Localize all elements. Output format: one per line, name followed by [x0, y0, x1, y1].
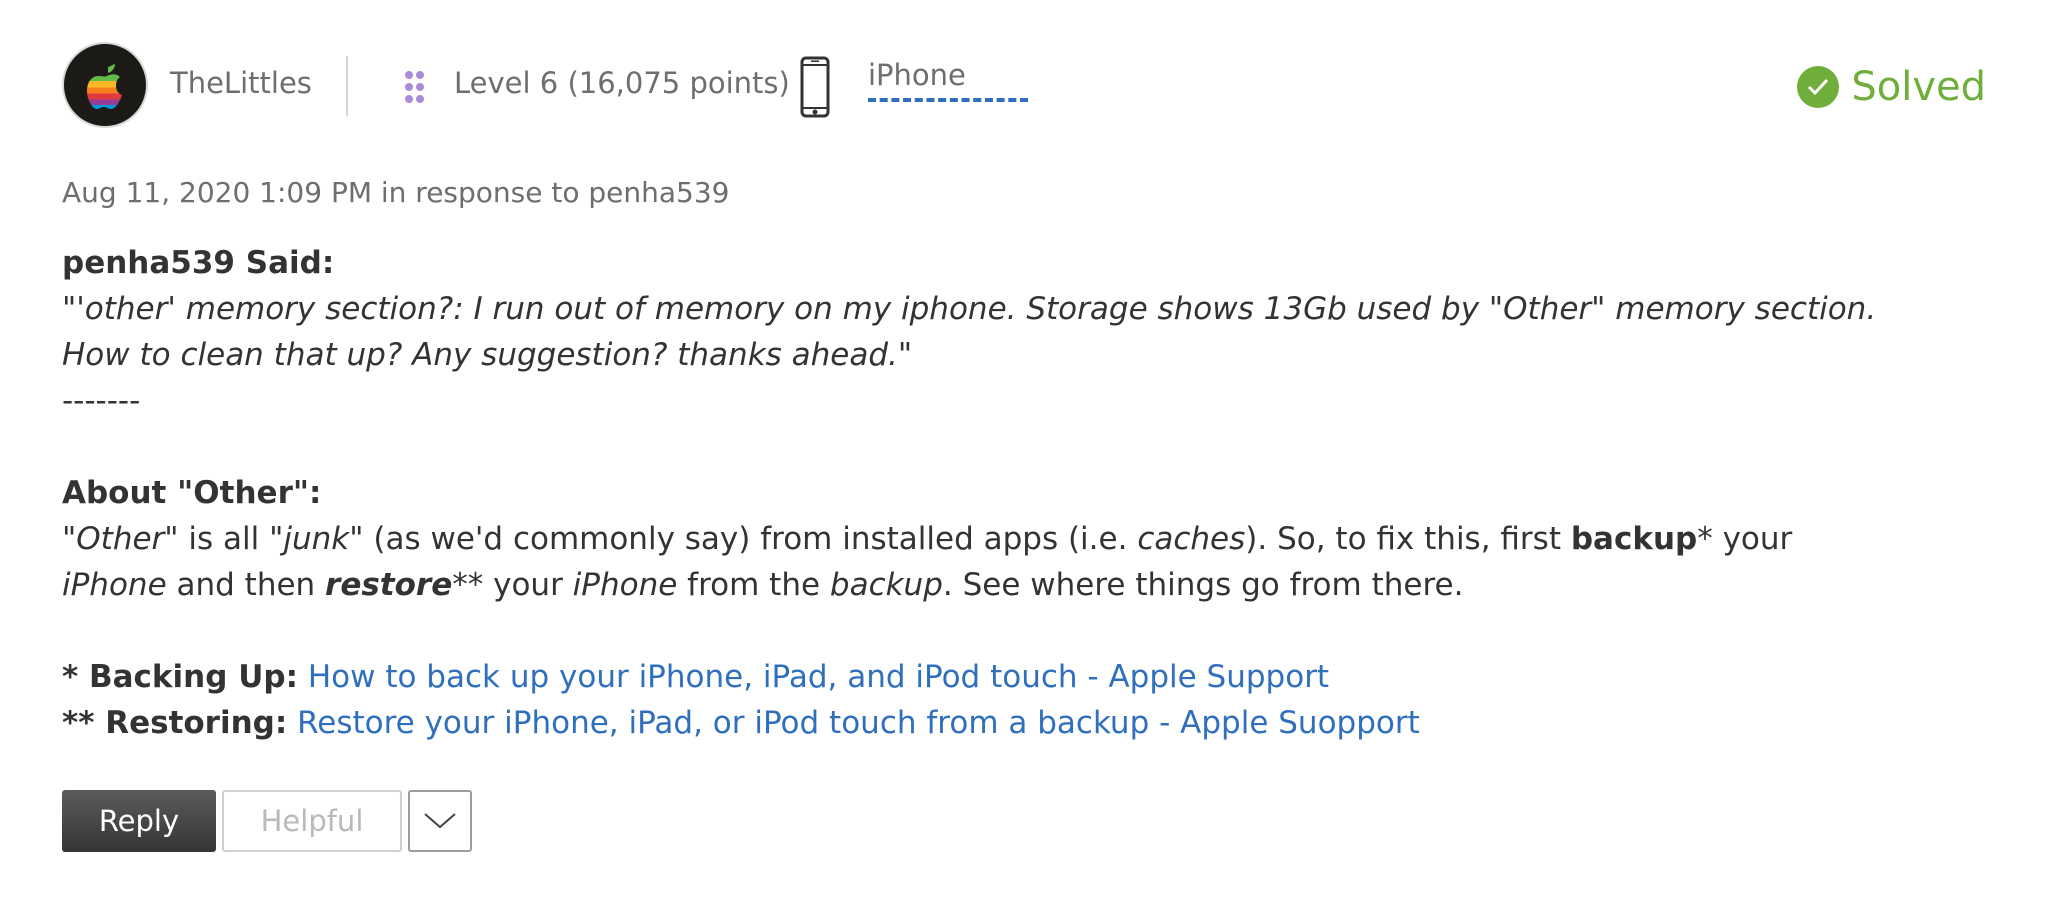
solved-label: Solved	[1851, 64, 1986, 110]
restore-link[interactable]: Restore your iPhone, iPad, or iPod touch…	[297, 705, 1420, 741]
about-heading: About "Other":	[62, 475, 322, 511]
divider	[346, 56, 348, 116]
more-options-button[interactable]	[408, 790, 472, 852]
restore-line: ** Restoring: Restore your iPhone, iPad,…	[62, 700, 1892, 746]
about-paragraph: "Other" is all "junk" (as we'd commonly …	[62, 521, 1793, 603]
restore-label: ** Restoring:	[62, 705, 288, 741]
quote-text: "'other' memory section?: I run out of m…	[62, 291, 1877, 373]
iphone-icon	[800, 56, 830, 118]
apple-logo-icon	[87, 64, 122, 109]
level-label: Level 6	[454, 66, 559, 100]
chevron-down-icon	[424, 813, 456, 829]
device-link[interactable]: iPhone	[868, 58, 1028, 102]
avatar[interactable]	[62, 42, 148, 128]
backup-link[interactable]: How to back up your iPhone, iPad, and iP…	[308, 659, 1329, 695]
level-dots-icon	[405, 71, 424, 103]
post-header: TheLittles Level 6 (16,075 points) iPhon…	[62, 42, 1986, 132]
check-icon	[1797, 66, 1840, 108]
author-name[interactable]: TheLittles	[170, 66, 312, 100]
post-body: penha539 Said: "'other' memory section?:…	[62, 240, 1892, 746]
points-label: (16,075 points)	[567, 66, 790, 100]
solved-badge: Solved	[1797, 62, 1986, 112]
author-level: Level 6 (16,075 points)	[454, 66, 790, 100]
separator: -------	[62, 383, 141, 419]
reply-button[interactable]: Reply	[62, 790, 216, 852]
quote-heading: penha539 Said:	[62, 245, 335, 281]
backup-label: * Backing Up:	[62, 659, 298, 695]
backup-line: * Backing Up: How to back up your iPhone…	[62, 654, 1892, 700]
post-timestamp: Aug 11, 2020 1:09 PM in response to penh…	[62, 176, 730, 209]
helpful-button[interactable]: Helpful	[222, 790, 402, 852]
